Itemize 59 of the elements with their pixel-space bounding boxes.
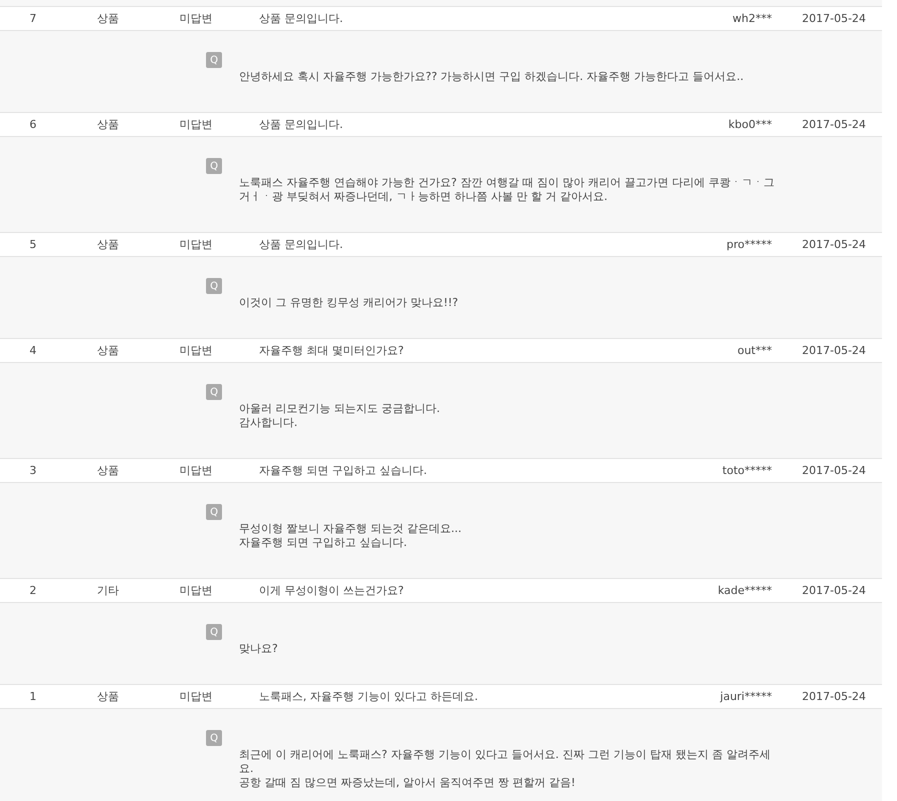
question-text: 감사합니다. [239, 416, 298, 430]
writer-id: pro***** [726, 238, 772, 251]
answer-status: 미답변 [178, 11, 214, 26]
question-text: 공항 갈때 짐 많으면 짜증났는데, 알아서 움직여주면 짱 편할꺼 같음! [239, 776, 576, 790]
question-title: 자율주행 최대 몇미터인가요? [259, 343, 405, 358]
category-label: 상품 [96, 343, 120, 358]
post-date: 2017-05-24 [802, 118, 867, 131]
question-badge: Q [206, 504, 222, 520]
writer-id: kbo0*** [727, 118, 772, 131]
row-number: 5 [28, 238, 38, 251]
post-date: 2017-05-24 [802, 344, 867, 357]
answer-status: 미답변 [178, 343, 214, 358]
post-date: 2017-05-24 [802, 12, 867, 25]
question-text: 노룩패스 자율주행 연습해야 가능한 건가요? 잠깐 여행갈 때 짐이 많아 캐리어 끌고가면 다리에 쿠쾅ㆍㄱㆍ그거ㅓㆍ광 부딪혀서 짜증나던데, ㄱㅏ능하면 하나쯤 사볼 만 할 거 같아서요. [239, 176, 776, 204]
category-label: 상품 [96, 463, 120, 478]
question-title: 자율주행 되면 구입하고 싶습니다. [259, 463, 428, 478]
question-badge: Q [206, 278, 222, 294]
question-text: 최근에 이 캐리어에 노룩패스? 자율주행 기능이 있다고 들어서요. 진짜 그런 기능이 탑재 됐는지 좀 알려주세요. [239, 748, 772, 776]
writer-id: toto***** [721, 464, 772, 477]
category-label: 상품 [96, 689, 120, 704]
category-label: 기타 [96, 583, 120, 598]
question-badge: Q [206, 384, 222, 400]
post-date: 2017-05-24 [802, 238, 867, 251]
question-title: 노룩패스, 자율주행 기능이 있다고 하든데요. [259, 689, 479, 704]
question-badge: Q [206, 730, 222, 746]
question-text: 아울러 리모컨기능 되는지도 궁금합니다. [239, 402, 441, 416]
question-text: 이것이 그 유명한 킹무성 캐리어가 맞나요!!? [239, 296, 460, 310]
category-label: 상품 [96, 11, 120, 26]
question-title: 상품 문의입니다. [259, 117, 344, 132]
question-text: 안녕하세요 혹시 자율주행 가능한가요?? 가능하시면 구입 하겠습니다. 자율주행 가능한다고 들어서요.. [239, 70, 745, 84]
row-number: 6 [28, 118, 38, 131]
question-badge: Q [206, 158, 222, 174]
writer-id: kade***** [716, 584, 772, 597]
category-label: 상품 [96, 117, 120, 132]
answer-status: 미답변 [178, 689, 214, 704]
question-title: 상품 문의입니다. [259, 237, 344, 252]
post-date: 2017-05-24 [802, 584, 867, 597]
writer-id: out*** [736, 344, 772, 357]
answer-status: 미답변 [178, 583, 214, 598]
row-number: 4 [28, 344, 38, 357]
row-number: 7 [28, 12, 38, 25]
question-text: 무성이형 짤보니 자율주행 되는것 같은데요... [239, 522, 462, 536]
question-badge: Q [206, 624, 222, 640]
writer-id: jauri***** [719, 690, 772, 703]
answer-status: 미답변 [178, 117, 214, 132]
question-text: 맞나요? [239, 642, 279, 656]
answer-status: 미답변 [178, 237, 214, 252]
post-date: 2017-05-24 [802, 464, 867, 477]
row-number: 3 [28, 464, 38, 477]
post-date: 2017-05-24 [802, 690, 867, 703]
writer-id: wh2*** [732, 12, 772, 25]
category-label: 상품 [96, 237, 120, 252]
question-title: 이게 무성이형이 쓰는건가요? [259, 583, 405, 598]
row-number: 1 [28, 690, 38, 703]
answer-status: 미답변 [178, 463, 214, 478]
row-number: 2 [28, 584, 38, 597]
question-badge: Q [206, 52, 222, 68]
question-title: 상품 문의입니다. [259, 11, 344, 26]
question-text: 자율주행 되면 구입하고 싶습니다. [239, 536, 408, 550]
